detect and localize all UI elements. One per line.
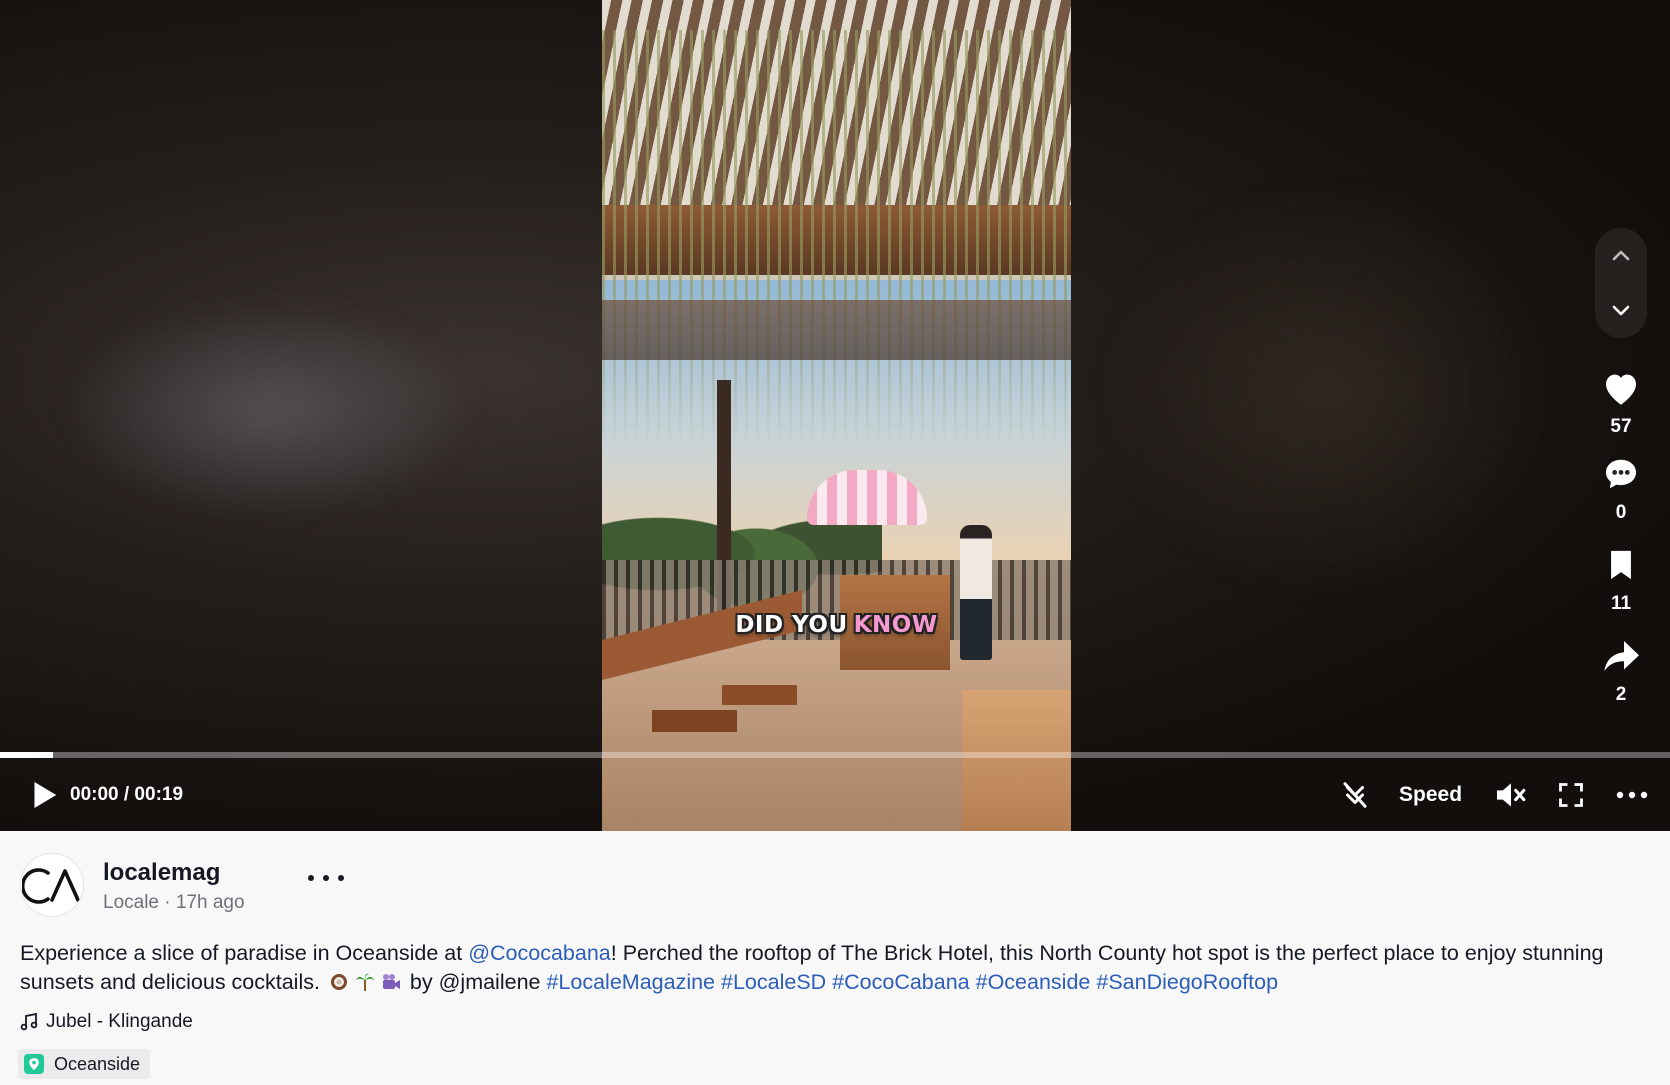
more-options-button[interactable] bbox=[1616, 775, 1648, 815]
comment-button[interactable] bbox=[1599, 452, 1643, 496]
music-title: Jubel - Klingande bbox=[46, 1011, 193, 1032]
location-tag[interactable]: Oceanside bbox=[18, 1049, 151, 1079]
hashtag-link[interactable]: #CocoCabana bbox=[832, 970, 969, 994]
chevron-down-icon bbox=[1612, 305, 1630, 316]
caption-text: DID YOU bbox=[735, 612, 848, 638]
description-text: Experience a slice of paradise in Oceans… bbox=[20, 941, 469, 965]
description-text: by @jmailene bbox=[403, 970, 547, 994]
hashtag-link[interactable]: #LocaleSD bbox=[721, 970, 826, 994]
share-count: 2 bbox=[1615, 684, 1627, 705]
next-video-button[interactable] bbox=[1608, 297, 1634, 323]
video-progress-bar[interactable] bbox=[0, 752, 1670, 758]
music-link[interactable]: Jubel - Klingande bbox=[20, 1011, 193, 1033]
speed-label: Speed bbox=[1399, 783, 1463, 806]
play-button[interactable] bbox=[30, 780, 58, 810]
more-horizontal-icon bbox=[1616, 791, 1648, 799]
bookmark-icon bbox=[1611, 550, 1631, 580]
comment-action[interactable]: 0 bbox=[1590, 452, 1652, 524]
volume-muted-icon bbox=[1497, 783, 1526, 807]
comment-count: 0 bbox=[1615, 502, 1627, 523]
heart-icon bbox=[1606, 374, 1636, 405]
play-icon bbox=[34, 782, 57, 808]
fullscreen-icon bbox=[1559, 783, 1583, 807]
fullscreen-button[interactable] bbox=[1557, 775, 1585, 815]
username[interactable]: localemag bbox=[103, 859, 220, 887]
post-description: Experience a slice of paradise in Oceans… bbox=[20, 939, 1660, 997]
previous-video-button[interactable] bbox=[1608, 243, 1634, 269]
chevron-up-icon bbox=[1612, 250, 1630, 261]
comment-icon bbox=[1605, 459, 1637, 489]
hashtag-link[interactable]: #LocaleMagazine bbox=[546, 970, 715, 994]
video-progress-fill bbox=[0, 752, 54, 758]
avatar[interactable] bbox=[20, 853, 84, 917]
dot bbox=[338, 875, 344, 881]
video-overlay-caption: DID YOU KNOW bbox=[602, 612, 1071, 638]
mention-link[interactable]: @Cococabana bbox=[468, 941, 611, 965]
auto-scroll-off-icon bbox=[1343, 782, 1367, 808]
dot bbox=[308, 875, 314, 881]
post-more-button[interactable] bbox=[308, 866, 344, 890]
scene-stool bbox=[652, 710, 737, 732]
mute-button[interactable] bbox=[1494, 775, 1528, 815]
bookmark-button[interactable] bbox=[1599, 543, 1643, 587]
playback-controls-left: 00:00 / 00:19 bbox=[30, 775, 183, 815]
location-pin-icon bbox=[24, 1054, 44, 1074]
background-blur bbox=[60, 300, 480, 520]
location-name: Oceanside bbox=[54, 1053, 141, 1074]
palm-tree-emoji-icon bbox=[355, 973, 374, 991]
like-button[interactable] bbox=[1599, 366, 1643, 410]
time-display: 00:00 / 00:19 bbox=[70, 784, 184, 805]
caption-highlight-text: KNOW bbox=[853, 612, 938, 638]
author-subtitle: Locale · 17h ago bbox=[103, 892, 245, 913]
scene-person bbox=[960, 525, 992, 660]
scene-vines bbox=[602, 30, 1071, 450]
background-blur bbox=[1100, 180, 1560, 600]
hashtag-link[interactable]: #SanDiegoRooftop bbox=[1096, 970, 1278, 994]
share-icon bbox=[1604, 641, 1639, 671]
video-frame[interactable]: DID YOU KNOW bbox=[602, 0, 1071, 831]
dot bbox=[323, 875, 329, 881]
post-info: localemag Locale · 17h ago Experience a … bbox=[0, 831, 1670, 1085]
like-count: 57 bbox=[1610, 416, 1632, 437]
share-action[interactable]: 2 bbox=[1590, 634, 1652, 706]
bookmark-count: 11 bbox=[1610, 593, 1632, 614]
hashtag-link[interactable]: #Oceanside bbox=[976, 970, 1091, 994]
locale-logo-icon bbox=[22, 868, 80, 904]
movie-camera-emoji-icon bbox=[382, 974, 400, 989]
scene-chair bbox=[962, 690, 1071, 831]
share-button[interactable] bbox=[1599, 634, 1643, 678]
coconut-emoji-icon bbox=[330, 974, 347, 990]
scene-stool bbox=[722, 685, 797, 705]
video-player[interactable]: DID YOU KNOW bbox=[0, 0, 1670, 831]
bookmark-action[interactable]: 11 bbox=[1590, 543, 1652, 615]
music-note-icon bbox=[20, 1013, 38, 1031]
like-action[interactable]: 57 bbox=[1590, 366, 1652, 438]
scene-beam bbox=[602, 300, 1071, 360]
speed-button[interactable]: Speed bbox=[1399, 775, 1462, 815]
autoscroll-toggle[interactable] bbox=[1340, 775, 1370, 815]
